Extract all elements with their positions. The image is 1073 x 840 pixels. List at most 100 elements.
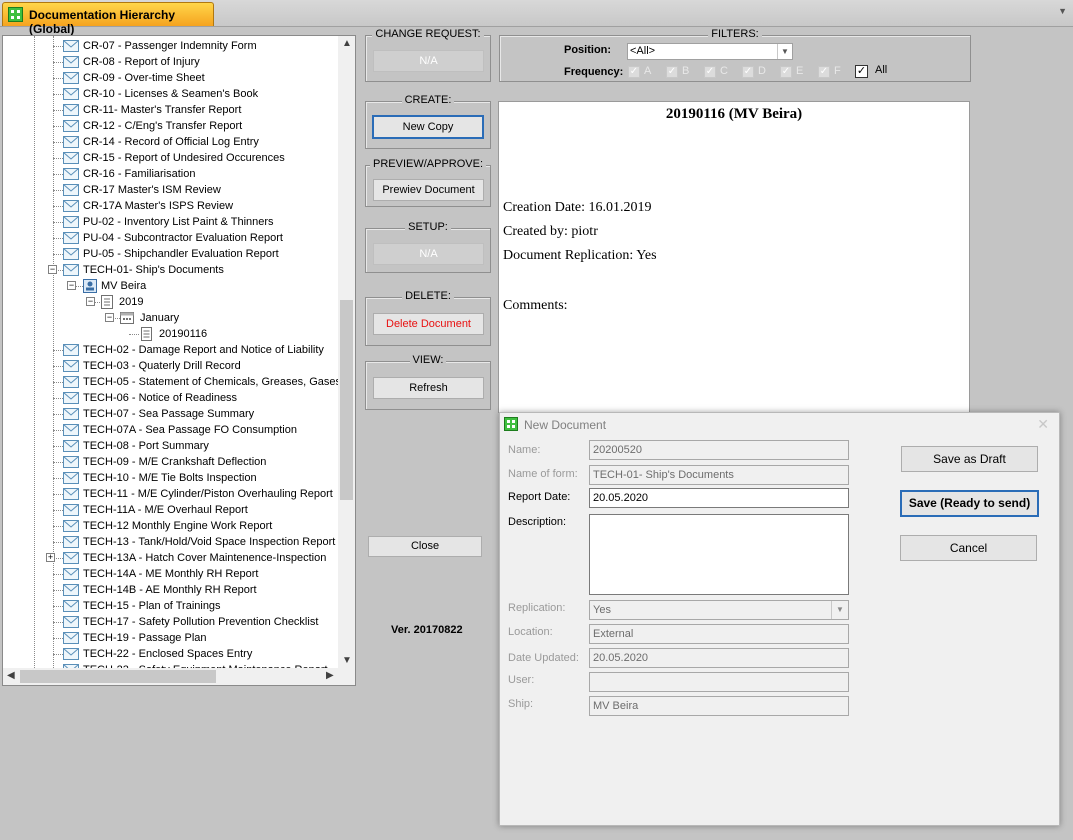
preview-approve-group: PREVIEW/APPROVE: Prewiev Document <box>365 158 491 207</box>
tree-item[interactable]: TECH-13 - Tank/Hold/Void Space Inspectio… <box>83 534 335 550</box>
form-icon <box>63 391 79 405</box>
report-date-field[interactable]: 20.05.2020 <box>589 488 849 508</box>
tree-item[interactable]: TECH-07A - Sea Passage FO Consumption <box>83 422 297 438</box>
scroll-left-icon[interactable]: ◀ <box>7 670 15 681</box>
tree-item[interactable]: TECH-01- Ship's Documents <box>83 262 224 278</box>
tree-item[interactable]: TECH-07 - Sea Passage Summary <box>83 406 254 422</box>
tree-item[interactable]: TECH-11A - M/E Overhaul Report <box>83 502 248 518</box>
scroll-up-icon[interactable]: ▲ <box>342 38 352 49</box>
cancel-button[interactable]: Cancel <box>900 535 1037 561</box>
tree-item[interactable]: TECH-02 - Damage Report and Notice of Li… <box>83 342 324 358</box>
tree-connector <box>53 126 63 127</box>
collapse-icon[interactable]: − <box>105 313 114 322</box>
tree-vertical-scrollbar[interactable]: ▲ ▼ <box>338 36 355 668</box>
tree-item[interactable]: PU-05 - Shipchandler Evaluation Report <box>83 246 279 262</box>
frequency-checkbox[interactable]: ✓ <box>818 66 830 78</box>
scrollbar-thumb[interactable] <box>20 670 216 683</box>
refresh-button[interactable]: Refresh <box>373 377 484 399</box>
new-copy-button[interactable]: New Copy <box>372 115 484 139</box>
group-title: FILTERS: <box>708 28 762 40</box>
tree-item[interactable]: TECH-06 - Notice of Readiness <box>83 390 237 406</box>
tree-item[interactable]: TECH-14B - AE Monthly RH Report <box>83 582 257 598</box>
tree-item[interactable]: 20190116 <box>159 326 207 342</box>
frequency-checkbox[interactable]: ✓ <box>666 66 678 78</box>
tree-item[interactable]: 2019 <box>119 294 143 310</box>
setup-button[interactable]: N/A <box>373 243 484 265</box>
tree-item[interactable]: CR-16 - Familiarisation <box>83 166 195 182</box>
tree-item[interactable]: CR-17 Master's ISM Review <box>83 182 221 198</box>
form-icon <box>63 55 79 69</box>
tree-item[interactable]: TECH-15 - Plan of Trainings <box>83 598 221 614</box>
tree-item[interactable]: TECH-13A - Hatch Cover Maintenence-Inspe… <box>83 550 326 566</box>
collapse-icon[interactable]: − <box>48 265 57 274</box>
frequency-checkbox[interactable]: ✓ <box>780 66 792 78</box>
tree-item[interactable]: CR-15 - Report of Undesired Occurences <box>83 150 285 166</box>
tree-item[interactable]: CR-11- Master's Transfer Report <box>83 102 241 118</box>
frequency-checkbox[interactable]: ✓ <box>704 66 716 78</box>
tree-item[interactable]: CR-09 - Over-time Sheet <box>83 70 205 86</box>
tree-item[interactable]: TECH-03 - Quaterly Drill Record <box>83 358 241 374</box>
all-label: All <box>875 64 888 76</box>
tree-item[interactable]: PU-04 - Subcontractor Evaluation Report <box>83 230 283 246</box>
collapse-icon[interactable]: − <box>86 297 95 306</box>
tree-item[interactable]: CR-08 - Report of Injury <box>83 54 200 70</box>
tree-item[interactable]: TECH-12 Monthly Engine Work Report <box>83 518 272 534</box>
preview-document-button[interactable]: Prewiev Document <box>373 179 484 201</box>
tree-item[interactable]: TECH-14A - ME Monthly RH Report <box>83 566 258 582</box>
form-icon <box>63 503 79 517</box>
tree-connector <box>53 478 63 479</box>
document-tree[interactable]: CR-07 - Passenger Indemnity Form CR-08 - … <box>2 35 356 686</box>
expand-icon[interactable]: + <box>46 553 55 562</box>
tree-item[interactable]: CR-07 - Passenger Indemnity Form <box>83 38 257 54</box>
tree-item[interactable]: TECH-05 - Statement of Chemicals, Grease… <box>83 374 340 390</box>
tree-item[interactable]: January <box>140 310 179 326</box>
user-field <box>589 672 849 692</box>
tree-item[interactable]: TECH-22 - Enclosed Spaces Entry <box>83 646 252 662</box>
tree-item[interactable]: TECH-08 - Port Summary <box>83 438 209 454</box>
tree-connector <box>53 78 63 79</box>
scrollbar-thumb[interactable] <box>340 300 353 500</box>
description-field[interactable] <box>589 514 849 595</box>
tree-connector <box>53 510 63 511</box>
filters-group: FILTERS: Position: <All> ▼ Frequency: ✓ … <box>499 28 971 82</box>
scroll-down-icon[interactable]: ▼ <box>342 655 352 666</box>
tree-connector <box>53 254 63 255</box>
collapse-icon[interactable]: − <box>67 281 76 290</box>
all-checkbox[interactable]: ✓ <box>855 65 868 78</box>
save-ready-button[interactable]: Save (Ready to send) <box>900 490 1039 517</box>
position-select[interactable]: <All> ▼ <box>627 43 793 60</box>
created-by-text: Created by: piotr <box>503 224 598 239</box>
form-icon <box>63 407 79 421</box>
tree-horizontal-scrollbar[interactable]: ◀ ▶ <box>3 668 355 685</box>
frequency-checkbox[interactable]: ✓ <box>628 66 640 78</box>
date-updated-field: 20.05.2020 <box>589 648 849 668</box>
form-icon <box>63 151 79 165</box>
tree-item[interactable]: CR-12 - C/Eng's Transfer Report <box>83 118 242 134</box>
tree-item[interactable]: MV Beira <box>101 278 146 294</box>
tree-item[interactable]: TECH-09 - M/E Crankshaft Deflection <box>83 454 266 470</box>
group-title: DELETE: <box>402 290 454 302</box>
tree-item[interactable]: TECH-19 - Passage Plan <box>83 630 207 646</box>
tree-item[interactable]: PU-02 - Inventory List Paint & Thinners <box>83 214 274 230</box>
tree-connector <box>53 526 63 527</box>
tree-item[interactable]: CR-10 - Licenses & Seamen's Book <box>83 86 258 102</box>
tab-documentation-hierarchy[interactable]: Documentation Hierarchy (Global) <box>2 2 214 36</box>
tree-connector <box>53 110 63 111</box>
dropdown-arrow-icon[interactable]: ▼ <box>1058 6 1067 16</box>
close-icon[interactable]: ✕ <box>1037 416 1049 433</box>
delete-document-button[interactable]: Delete Document <box>373 313 484 335</box>
form-icon <box>63 375 79 389</box>
tree-item[interactable]: CR-17A Master's ISPS Review <box>83 198 233 214</box>
new-document-dialog: New Document ✕ Name: 20200520 Name of fo… <box>499 412 1060 826</box>
change-request-button[interactable]: N/A <box>373 50 484 72</box>
tree-item[interactable]: CR-14 - Record of Official Log Entry <box>83 134 259 150</box>
tree-item[interactable]: TECH-11 - M/E Cylinder/Piston Overhaulin… <box>83 486 333 502</box>
save-as-draft-button[interactable]: Save as Draft <box>901 446 1038 472</box>
location-field: External <box>589 624 849 644</box>
tree-item[interactable]: TECH-10 - M/E Tie Bolts Inspection <box>83 470 257 486</box>
close-button[interactable]: Close <box>368 536 482 557</box>
scroll-right-icon[interactable]: ▶ <box>326 670 334 681</box>
frequency-checkbox[interactable]: ✓ <box>742 66 754 78</box>
tree-item[interactable]: TECH-17 - Safety Pollution Prevention Ch… <box>83 614 318 630</box>
ship-icon <box>83 279 97 293</box>
